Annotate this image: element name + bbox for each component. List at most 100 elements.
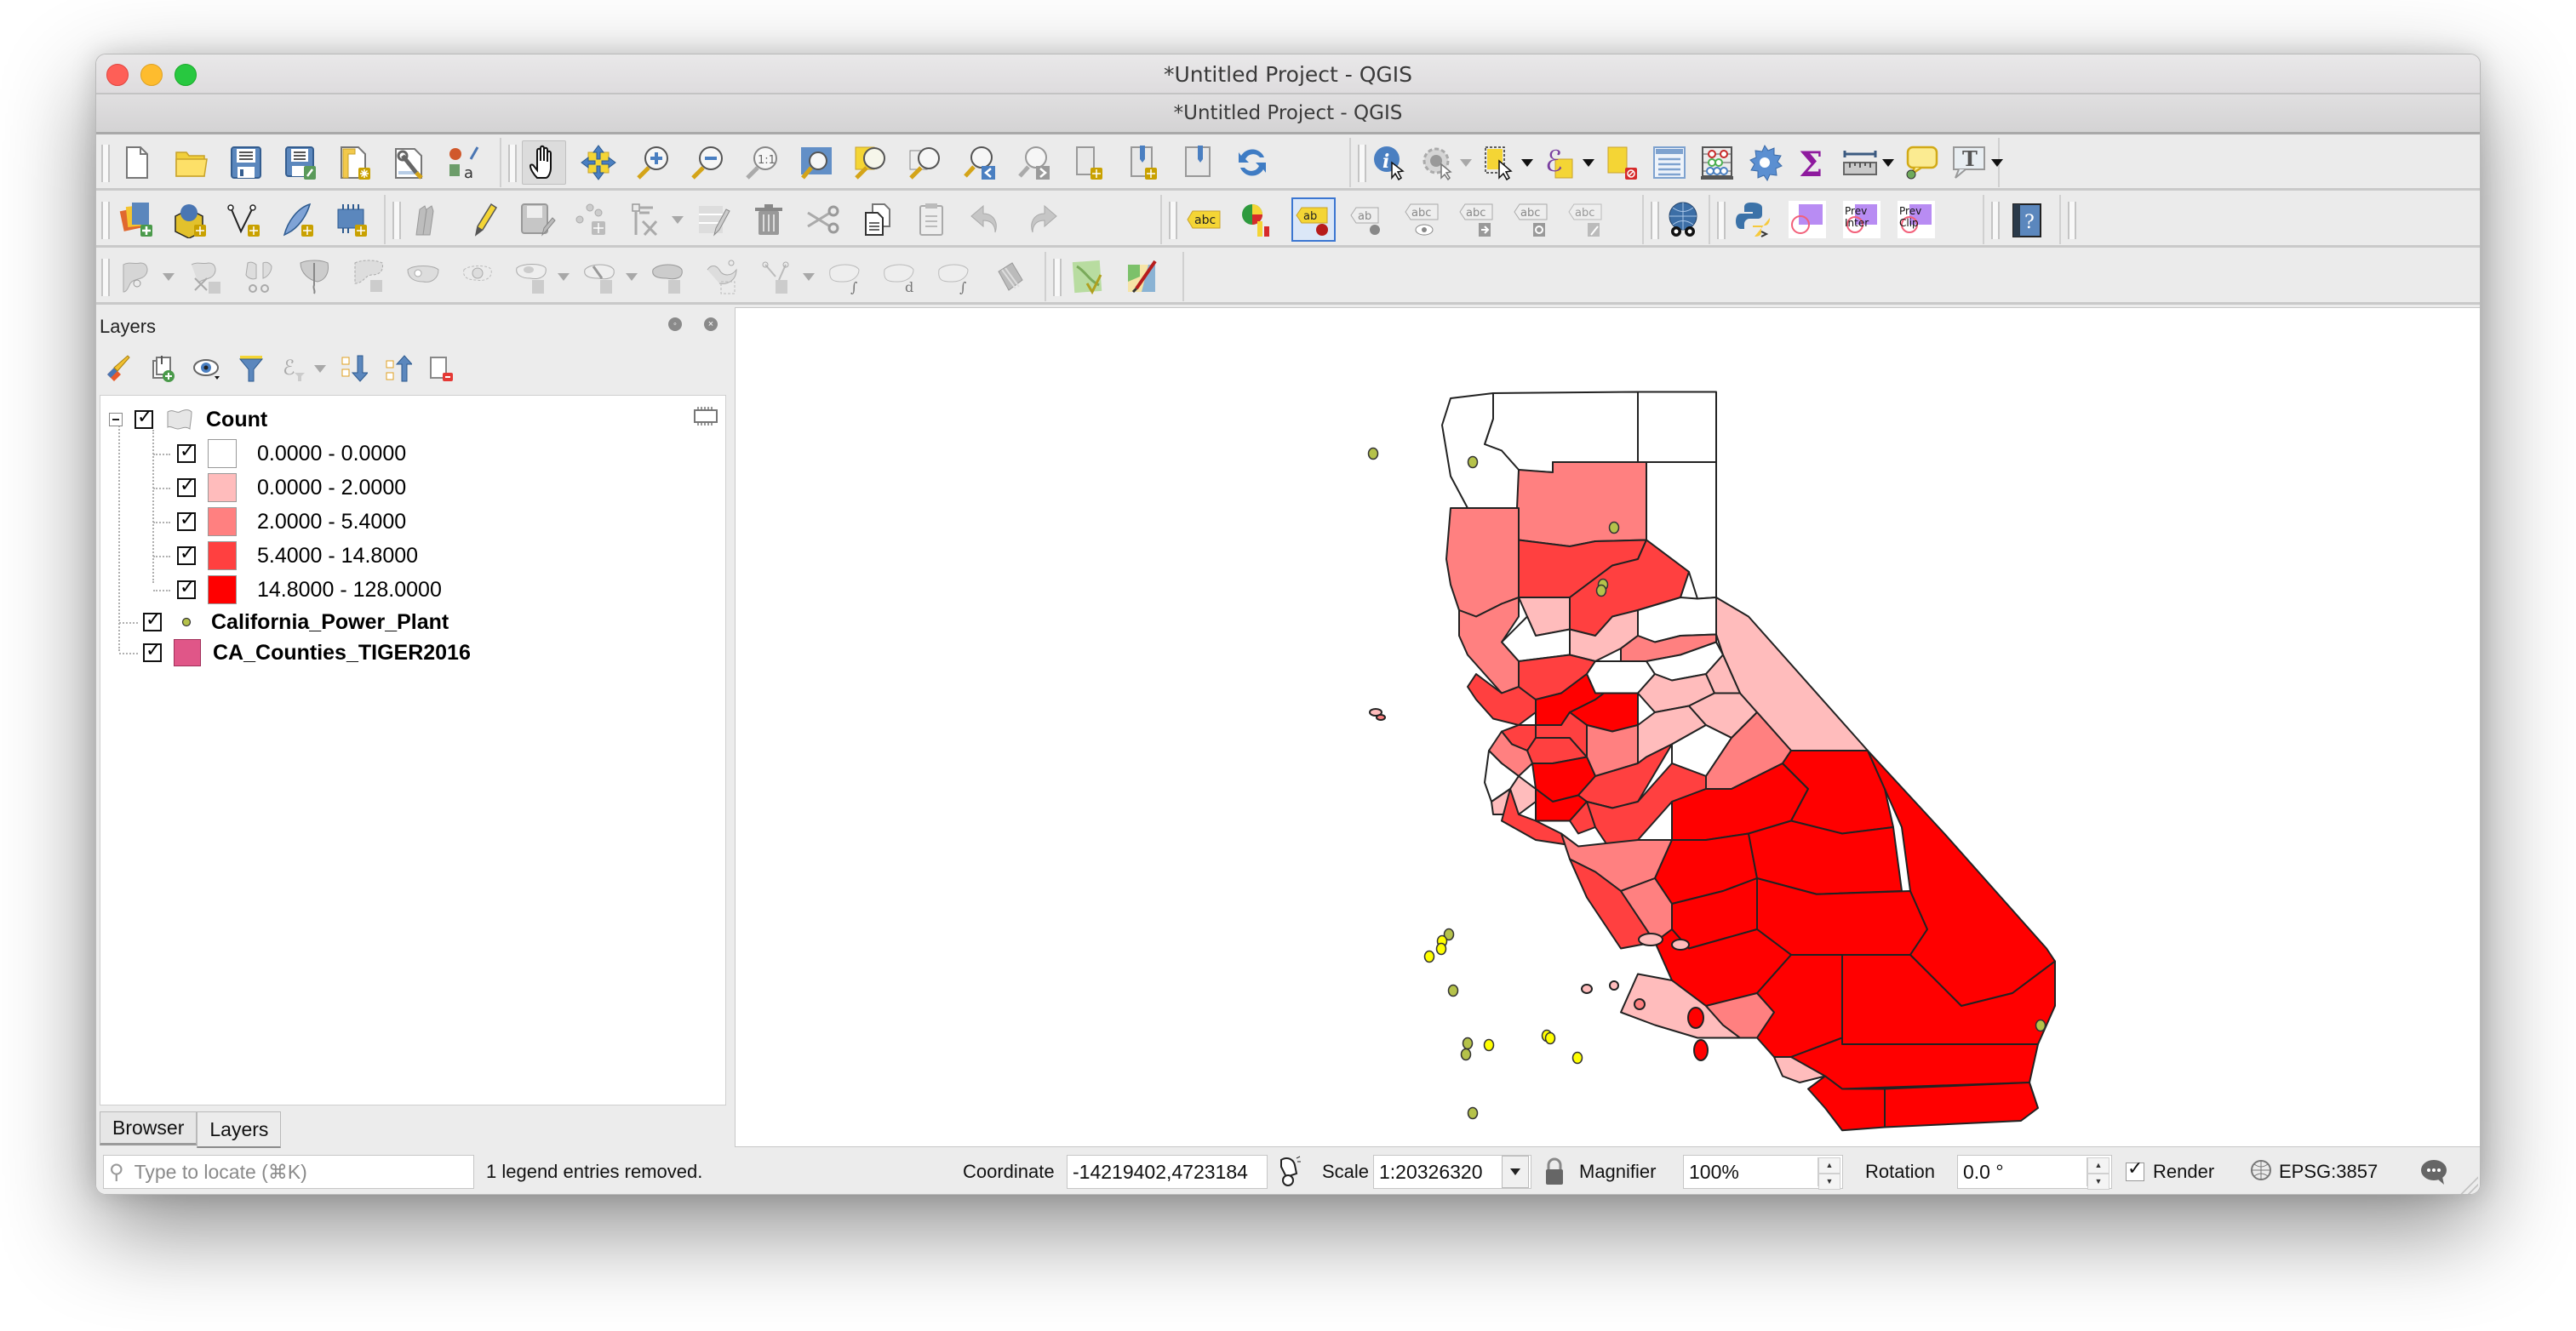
metasearch-button[interactable] xyxy=(1664,197,1702,242)
add-point-feature-button[interactable] xyxy=(570,197,614,242)
save-edits-button[interactable] xyxy=(515,197,559,242)
prev-inter-button[interactable]: Prev Inter xyxy=(1840,197,1884,242)
layer-visibility-checkbox[interactable] xyxy=(143,609,162,631)
copy-features-button[interactable] xyxy=(856,197,900,242)
legend-item[interactable]: 0.0000 - 2.0000 xyxy=(177,471,406,505)
prev-clip-button[interactable]: Prev Clip xyxy=(1894,197,1938,242)
zoom-next-button[interactable] xyxy=(1012,140,1056,185)
open-attribute-table-button[interactable] xyxy=(1651,140,1688,185)
legend-item-checkbox[interactable] xyxy=(177,577,196,599)
undo-button[interactable] xyxy=(965,197,1009,242)
add-ring-dropdown[interactable] xyxy=(558,254,570,299)
style-manager-button[interactable]: a xyxy=(442,140,486,185)
label-toolbar-button[interactable]: abc xyxy=(1182,197,1227,242)
locate-input[interactable]: ⚲ Type to locate (⌘K) xyxy=(103,1155,474,1189)
reshape-features-button[interactable] xyxy=(115,254,159,299)
scale-dropdown-button[interactable] xyxy=(1502,1156,1529,1188)
offset-curve-button[interactable] xyxy=(646,254,690,299)
select-features-button[interactable] xyxy=(1480,140,1518,185)
help-contents-button[interactable]: ? xyxy=(2005,197,2049,242)
new-shapefile-layer-button[interactable] xyxy=(222,197,266,242)
legend-item[interactable]: 0.0000 - 0.0000 xyxy=(177,437,406,471)
stripe-tool-button[interactable] xyxy=(987,254,1031,299)
zoom-out-button[interactable] xyxy=(685,140,730,185)
rotate-feature-button[interactable] xyxy=(755,254,799,299)
map-canvas[interactable] xyxy=(735,307,2480,1147)
open-project-button[interactable] xyxy=(169,140,214,185)
legend-item-checkbox[interactable] xyxy=(177,475,196,497)
legend-item-checkbox[interactable] xyxy=(177,509,196,531)
legend-item[interactable]: 5.4000 - 14.8000 xyxy=(177,539,418,573)
filter-by-expression-button[interactable]: ℰ xyxy=(277,350,314,387)
delete-selected-button[interactable] xyxy=(747,197,791,242)
layout-manager-button[interactable] xyxy=(387,140,432,185)
add-part-button[interactable] xyxy=(578,254,622,299)
paste-features-button[interactable] xyxy=(910,197,954,242)
georeferencer-button[interactable] xyxy=(1121,254,1165,299)
zoom-full-button[interactable] xyxy=(794,140,839,185)
rotation-spinner[interactable]: ▲ ▼ xyxy=(2087,1157,2109,1190)
legend-item-checkbox[interactable] xyxy=(177,441,196,463)
new-project-button[interactable] xyxy=(115,140,159,185)
simplify-button[interactable] xyxy=(701,254,745,299)
add-ring-button[interactable] xyxy=(510,254,554,299)
show-hide-labels-button[interactable]: abc xyxy=(1400,197,1445,242)
messages-button[interactable] xyxy=(2420,1148,2449,1194)
new-geopackage-layer-button[interactable] xyxy=(169,197,212,242)
open-layer-styling-button[interactable] xyxy=(100,350,137,387)
resize-grip[interactable] xyxy=(2456,1172,2478,1194)
collapse-all-button[interactable] xyxy=(379,350,416,387)
legend-item[interactable]: 14.8000 - 128.0000 xyxy=(177,573,442,607)
identify-features-button[interactable]: i xyxy=(1371,140,1409,185)
reshape-dropdown[interactable] xyxy=(163,254,175,299)
layer-visibility-checkbox[interactable] xyxy=(135,407,153,429)
deselect-all-button[interactable] xyxy=(1603,140,1640,185)
text-annotation-button[interactable]: T xyxy=(1950,140,1988,185)
reverse-line-button[interactable]: d xyxy=(878,254,922,299)
run-feature-action-dropdown[interactable] xyxy=(1460,140,1472,185)
new-spatialite-layer-button[interactable] xyxy=(277,197,320,242)
close-panel-button[interactable]: × xyxy=(704,317,718,331)
layer-row-count[interactable]: Count xyxy=(109,403,267,437)
tab-browser[interactable]: Browser xyxy=(100,1111,197,1145)
measure-dropdown[interactable] xyxy=(1882,140,1894,185)
split-parts-button[interactable] xyxy=(238,254,282,299)
change-label-button[interactable]: abc xyxy=(1564,197,1608,242)
coordinate-field[interactable]: -14219402,4723184 xyxy=(1067,1155,1268,1189)
modify-attributes-button[interactable] xyxy=(692,197,736,242)
vertex-tool-button[interactable] xyxy=(624,197,668,242)
vertex-tool-dropdown[interactable] xyxy=(672,197,684,242)
refresh-button[interactable] xyxy=(1230,140,1274,185)
redo-button[interactable] xyxy=(1019,197,1063,242)
filter-legend-button[interactable] xyxy=(232,350,270,387)
delete-ring-button[interactable] xyxy=(346,254,391,299)
zoom-to-layer-button[interactable] xyxy=(903,140,947,185)
rotate-feature-dropdown[interactable] xyxy=(803,254,815,299)
zoom-in-button[interactable] xyxy=(631,140,675,185)
merge-selected-button[interactable] xyxy=(292,254,336,299)
current-edits-button[interactable] xyxy=(406,197,450,242)
pan-to-selection-button[interactable] xyxy=(576,140,621,185)
layer-row-ca-counties[interactable]: CA_Counties_TIGER2016 xyxy=(143,636,471,670)
text-annotation-dropdown[interactable] xyxy=(1991,140,2003,185)
remove-layer-button[interactable] xyxy=(423,350,461,387)
layer-row-power-plant[interactable]: California_Power_Plant xyxy=(143,605,449,639)
save-project-button[interactable] xyxy=(224,140,268,185)
fill-ring-button[interactable] xyxy=(455,254,500,299)
pan-map-button[interactable] xyxy=(522,140,566,185)
tab-layers[interactable]: Layers xyxy=(197,1111,282,1149)
add-group-button[interactable] xyxy=(144,350,181,387)
python-console-button[interactable] xyxy=(1731,197,1775,242)
new-map-view-button[interactable] xyxy=(1067,140,1111,185)
filter-by-expression-dropdown[interactable] xyxy=(314,350,326,387)
statistical-summary-button[interactable]: Σ xyxy=(1794,140,1831,185)
memory-layer-indicator-icon[interactable] xyxy=(693,406,718,426)
rotation-field[interactable]: 0.0 ° ▲ ▼ xyxy=(1957,1155,2112,1190)
new-bookmark-button[interactable] xyxy=(1121,140,1165,185)
layer-visibility-checkbox[interactable] xyxy=(143,640,162,662)
crs-button[interactable]: EPSG:3857 xyxy=(2248,1148,2378,1194)
field-calculator-button[interactable] xyxy=(1698,140,1736,185)
curve-button[interactable]: ∫ xyxy=(932,254,976,299)
add-part-dropdown[interactable] xyxy=(626,254,638,299)
select-features-dropdown[interactable] xyxy=(1521,140,1533,185)
